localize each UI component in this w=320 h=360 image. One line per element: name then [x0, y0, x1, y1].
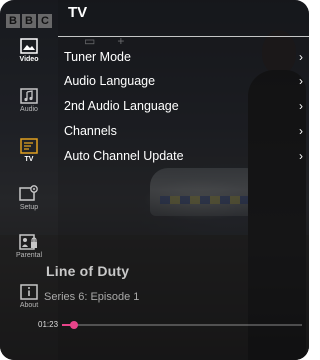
menu-item-label: Channels [64, 124, 117, 138]
progress-knob[interactable] [70, 321, 78, 329]
chevron-right-icon: › [299, 50, 303, 64]
sidebar-item-label: About [19, 302, 39, 309]
menu-item-2nd-audio-language[interactable]: 2nd Audio Language › [58, 95, 309, 117]
chevron-right-icon: › [299, 74, 303, 88]
chevron-right-icon: › [299, 124, 303, 138]
menu-item-label: Audio Language [64, 74, 156, 88]
programme-title: Line of Duty [46, 263, 130, 279]
sidebar-item-label: Parental [15, 252, 43, 259]
sidebar-item-parental[interactable]: Parental [0, 234, 58, 259]
parental-lock-icon [19, 234, 37, 250]
setup-gear-icon [19, 185, 38, 201]
video-icon [20, 38, 38, 54]
menu-item-label: Tuner Mode [64, 50, 131, 64]
tv-guide-icon [20, 138, 38, 154]
info-icon [20, 284, 38, 300]
sidebar-item-label: Video [19, 56, 39, 63]
title-divider [58, 36, 309, 37]
menu-item-tuner-mode[interactable]: Tuner Mode › [58, 46, 309, 68]
sidebar-item-label: Audio [20, 106, 38, 113]
playback-time: 01:23 [38, 320, 59, 329]
chevron-right-icon: › [299, 149, 303, 163]
menu-item-audio-language[interactable]: Audio Language › [58, 70, 309, 92]
sidebar-item-setup[interactable]: Setup [0, 184, 58, 211]
sidebar-item-video[interactable]: Video [0, 38, 58, 63]
programme-subtitle: Series 6: Episode 1 [44, 291, 140, 303]
music-note-icon [20, 88, 38, 104]
sidebar-item-label: TV [24, 156, 34, 163]
panel-title: TV [68, 4, 88, 21]
menu-item-auto-channel-update[interactable]: Auto Channel Update › [58, 145, 309, 167]
menu-item-label: 2nd Audio Language [64, 99, 179, 113]
sidebar-item-tv[interactable]: TV [0, 138, 58, 163]
sidebar-item-audio[interactable]: Audio [0, 88, 58, 113]
menu-item-channels[interactable]: Channels › [58, 120, 309, 142]
chevron-right-icon: › [299, 99, 303, 113]
tv-screen: BBC ▭ + TV Video Audio TV [0, 0, 309, 360]
playback-progress-bar[interactable] [62, 321, 302, 329]
sidebar-item-label: Setup [19, 204, 39, 211]
menu-item-label: Auto Channel Update [64, 149, 184, 163]
